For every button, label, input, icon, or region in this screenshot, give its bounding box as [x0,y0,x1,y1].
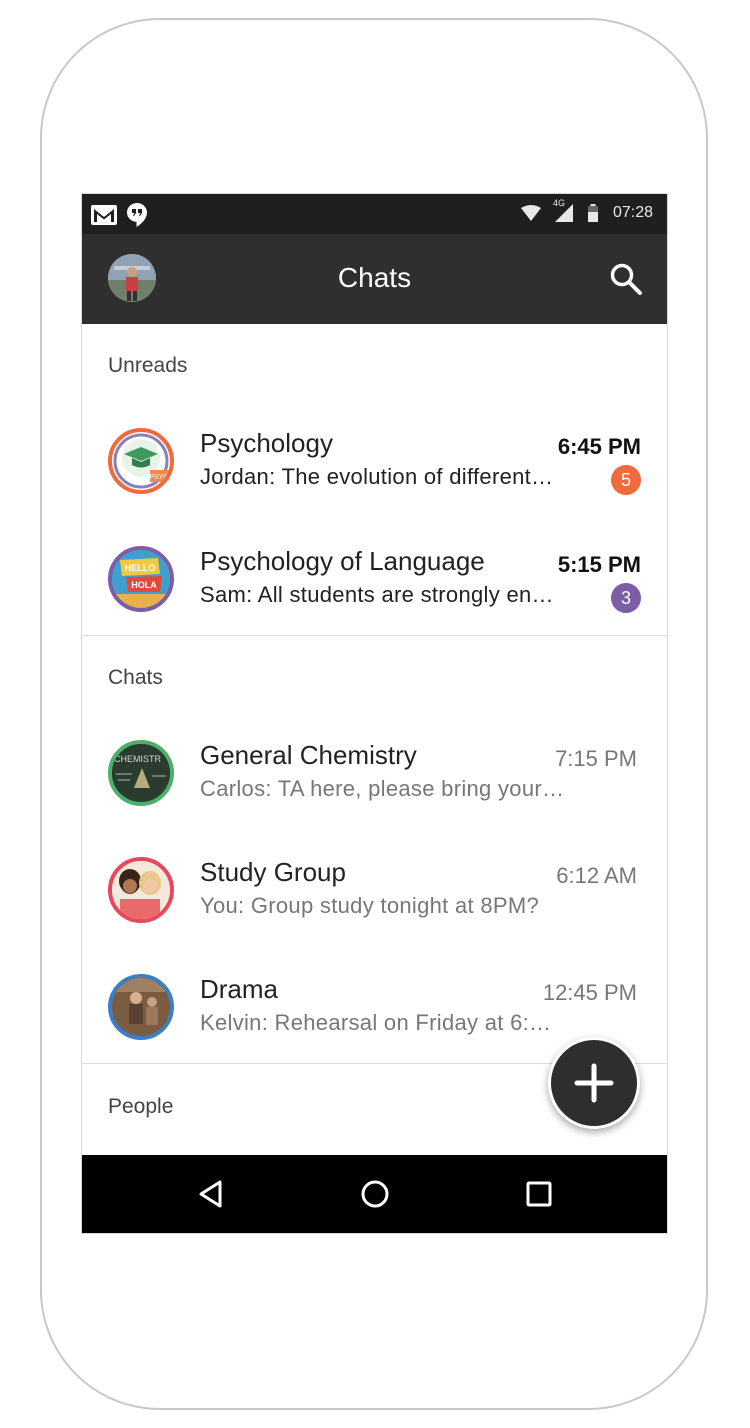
app-title: Chats [337,262,412,293]
chat-time: 12:45 PM [542,980,637,1005]
chat-name: Drama [200,974,279,1004]
back-icon[interactable] [194,1177,228,1211]
chat-time: 6:12 AM [556,863,637,888]
avatar-label-bottom: HOLA [131,580,157,590]
chat-preview: Jordan: The evolution of different… [200,464,554,489]
unread-badge: 5 [611,465,641,495]
battery-icon [587,204,599,222]
section-header-unreads: Unreads [108,354,188,377]
chat-name: General Chemistry [200,740,417,770]
chat-row-psychology-of-language[interactable]: HELLO HOLA Psychology of Language Sam: A… [82,532,667,642]
new-chat-button[interactable] [548,1037,640,1129]
chat-preview: Carlos: TA here, please bring your… [200,776,565,801]
recents-icon[interactable] [522,1177,556,1211]
chat-avatar: HELLO HOLA [108,546,174,612]
home-icon[interactable] [358,1177,392,1211]
hangouts-icon [126,202,148,228]
section-divider [82,635,667,636]
avatar-label-top: HELLO [125,563,156,573]
status-time: 07:28 [612,204,653,221]
chat-preview: Sam: All students are strongly en… [200,582,554,607]
avatar-label: CHEMISTR [114,754,162,764]
chat-avatar: PSYC [108,428,174,494]
chat-preview: You: Group study tonight at 8PM? [200,893,539,918]
chat-time: 5:15 PM [557,552,641,577]
chat-time: 6:45 PM [557,434,641,459]
chat-row-general-chemistry[interactable]: CHEMISTR General Chemistry Carlos: TA he… [82,726,667,836]
chat-name: Psychology [200,428,333,458]
wifi-icon [520,205,541,221]
app-bar: Chats [82,234,667,324]
avatar-label: PSYC [149,474,168,481]
plus-icon [574,1063,614,1103]
chat-avatar [108,857,174,923]
signal-icon: 4G [553,198,573,222]
chat-avatar [108,974,174,1040]
chat-preview: Kelvin: Rehearsal on Friday at 6:… [200,1010,552,1035]
system-nav-bar [82,1155,667,1233]
chat-name: Study Group [200,857,346,887]
app-screen: 4G 07:28 Chats Unreads PSYC Psychology J… [81,193,668,1234]
search-icon[interactable] [609,262,643,296]
section-header-people: People [108,1095,174,1118]
chat-row-psychology[interactable]: PSYC Psychology Jordan: The evolution of… [82,414,667,524]
status-bar: 4G 07:28 [82,194,667,234]
section-header-chats: Chats [108,666,163,689]
unread-badge: 3 [611,583,641,613]
chat-name: Psychology of Language [200,546,485,576]
chat-avatar: CHEMISTR [108,740,174,806]
gmail-icon [90,204,118,226]
network-type-label: 4G [552,198,565,208]
chat-row-study-group[interactable]: Study Group You: Group study tonight at … [82,843,667,953]
chat-time: 7:15 PM [555,746,637,771]
